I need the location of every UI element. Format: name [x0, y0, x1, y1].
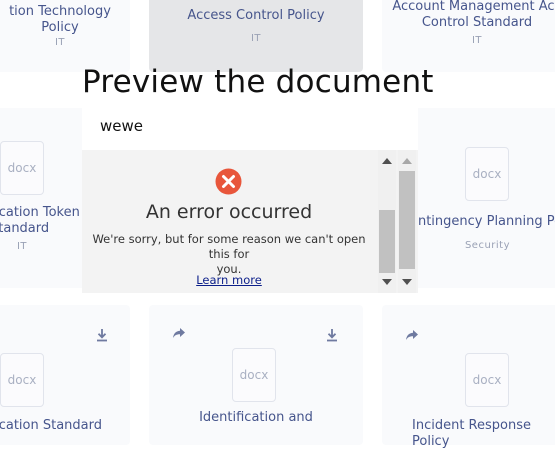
card-title: Account Management Acc Control Standard	[382, 0, 555, 31]
card-title: ontingency Planning Poli	[410, 214, 555, 229]
learn-more-link[interactable]: Learn more	[82, 273, 376, 287]
share-icon[interactable]	[404, 327, 420, 343]
error-circle-icon	[215, 168, 242, 195]
card-category: IT	[16, 241, 28, 252]
outer-scrollbar[interactable]	[398, 150, 416, 293]
docx-file-icon: docx	[232, 348, 276, 402]
document-filename: wewe	[100, 117, 143, 135]
card-title: Identification and	[199, 410, 313, 425]
document-card[interactable]: tion Technology Policy IT	[0, 0, 130, 72]
document-card[interactable]: Access Control Policy IT	[149, 0, 363, 72]
download-icon[interactable]	[94, 327, 110, 343]
document-viewer: An error occurred We're sorry, but for s…	[82, 150, 418, 293]
document-card[interactable]: docx Incident Response Policy	[382, 305, 555, 449]
document-card[interactable]: docx tication Standard	[0, 305, 130, 445]
card-category: IT	[54, 37, 66, 48]
error-title: An error occurred	[145, 201, 313, 223]
card-title: tication Standard	[0, 418, 102, 433]
share-icon[interactable]	[171, 325, 187, 341]
scroll-down-arrow-icon[interactable]	[382, 279, 392, 285]
inner-scrollbar[interactable]	[378, 150, 396, 293]
scroll-up-arrow-icon[interactable]	[382, 158, 392, 164]
card-title-line: Account Management Acc	[392, 0, 555, 14]
card-title: Access Control Policy	[187, 8, 325, 23]
docx-file-icon: docx	[0, 353, 44, 407]
card-title-line: Policy	[41, 20, 79, 35]
docx-file-icon: docx	[465, 147, 509, 201]
card-category: IT	[471, 35, 483, 46]
card-category: Security	[464, 240, 511, 251]
docx-file-icon: docx	[465, 353, 509, 407]
download-icon[interactable]	[324, 327, 340, 343]
card-title-line: Control Standard	[421, 15, 533, 30]
scrollbar-thumb[interactable]	[379, 210, 395, 273]
scroll-down-arrow-icon[interactable]	[402, 279, 412, 285]
card-category: IT	[250, 33, 262, 44]
scrollbar-thumb[interactable]	[399, 171, 415, 269]
document-filename-bar: wewe	[82, 102, 418, 150]
docx-file-icon: docx	[0, 141, 44, 195]
modal-title: Preview the document	[82, 64, 434, 100]
scroll-up-arrow-icon[interactable]	[402, 158, 412, 164]
card-title: Incident Response Policy	[412, 418, 531, 449]
error-message: We're sorry, but for some reason we can'…	[86, 232, 372, 277]
card-title-line: tion Technology	[9, 4, 111, 19]
error-message-line: We're sorry, but for some reason we can'…	[92, 232, 366, 261]
document-card[interactable]: docx Identification and	[149, 305, 363, 445]
document-card[interactable]: docx ontingency Planning Poli Security	[400, 108, 555, 288]
card-title: tion Technology Policy	[0, 4, 130, 36]
document-card[interactable]: Account Management Acc Control Standard …	[382, 0, 555, 72]
